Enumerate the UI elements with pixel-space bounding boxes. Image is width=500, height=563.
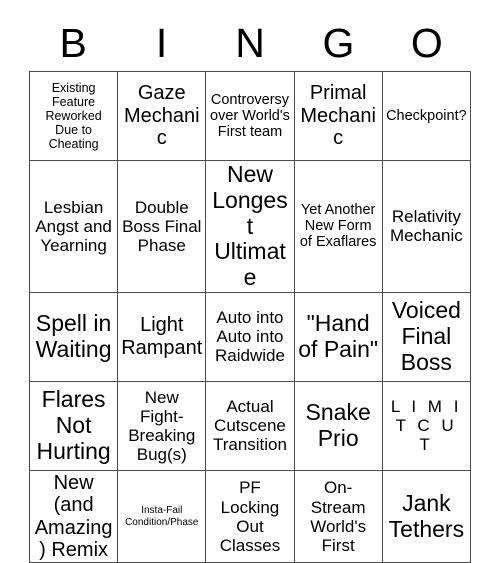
bingo-cell-label: Lesbian Angst and Yearning <box>35 197 112 255</box>
bingo-cell[interactable]: Jank Tethers <box>381 469 472 563</box>
bingo-cell[interactable]: L I M I T C U T <box>381 380 472 471</box>
bingo-cell[interactable]: Light Rampant <box>117 291 207 382</box>
bingo-cell[interactable]: Gaze Mechanic <box>117 71 207 161</box>
bingo-cell[interactable]: New Fight-Breaking Bug(s) <box>117 380 207 471</box>
bingo-cell-label: Spell in Waiting <box>35 310 112 362</box>
bingo-cell-label: Actual Cutscene Transition <box>212 397 287 455</box>
bingo-row: Existing Feature Reworked Due to Cheatin… <box>28 71 472 161</box>
bingo-cell[interactable]: On-Stream World's First <box>293 469 383 563</box>
bingo-cell[interactable]: Primal Mechanic <box>293 71 383 161</box>
bingo-cell-label: Snake Prio <box>305 399 371 451</box>
bingo-cell[interactable]: Auto into Auto into Raidwide <box>205 291 295 382</box>
bingo-cell-label: Double Boss Final Phase <box>122 197 202 255</box>
bingo-cell-label: L I M I T C U T <box>390 397 462 455</box>
bingo-cell[interactable]: Lesbian Angst and Yearning <box>28 160 119 293</box>
bingo-header: B I N G O <box>29 15 471 71</box>
bingo-cell[interactable]: Actual Cutscene Transition <box>205 380 295 471</box>
bingo-cell[interactable]: Snake Prio <box>293 380 383 471</box>
bingo-cell[interactable]: Double Boss Final Phase <box>117 160 207 293</box>
bingo-cell-label: New Longest Ultimate <box>212 161 288 290</box>
bingo-cell-label: Gaze Mechanic <box>123 82 200 150</box>
bingo-cell[interactable]: Existing Feature Reworked Due to Cheatin… <box>28 71 119 161</box>
bingo-cell-label: Voiced Final Boss <box>391 297 461 375</box>
header-letter-b: B <box>59 19 87 66</box>
bingo-cell-label: Checkpoint? <box>386 107 467 124</box>
bingo-cell[interactable]: Yet Another New Form of Exaflares <box>293 160 383 293</box>
bingo-cell[interactable]: New Longest Ultimate <box>205 160 295 293</box>
bingo-row: Spell in Waiting Light Rampant Auto into A… <box>28 291 472 382</box>
header-letter-n: N <box>235 19 265 66</box>
bingo-cell[interactable]: Insta-Fail Condition/Phase <box>117 469 207 563</box>
bingo-row: Lesbian Angst and Yearning Double Boss Fi… <box>28 160 472 293</box>
bingo-cell[interactable]: Flares Not Hurting <box>28 380 119 471</box>
bingo-cell[interactable]: Checkpoint? <box>381 71 472 161</box>
header-letter-i: I <box>155 19 168 66</box>
bingo-cell[interactable]: New (and Amazing) Remix <box>28 469 119 563</box>
bingo-cell-label: New (and Amazing) Remix <box>34 471 113 561</box>
bingo-cell[interactable]: PF Locking Out Classes <box>205 469 295 563</box>
bingo-cell-label: Insta-Fail Condition/Phase <box>125 505 199 528</box>
bingo-cell-label: Existing Feature Reworked Due to Cheatin… <box>45 81 102 151</box>
bingo-cell-label: Auto into Auto into Raidwide <box>215 308 285 366</box>
bingo-card: B I N G O Existing Feature Reworked Due … <box>28 15 472 563</box>
bingo-cell-label: New Fight-Breaking Bug(s) <box>128 387 196 464</box>
bingo-cell-label: On-Stream World's First <box>310 478 367 555</box>
bingo-cell-label: PF Locking Out Classes <box>219 478 281 555</box>
bingo-cell-label: Jank Tethers <box>388 489 465 542</box>
bingo-cell-label: "Hand of Pain" <box>298 310 379 362</box>
bingo-cell-label: Primal Mechanic <box>300 82 376 150</box>
bingo-grid: Existing Feature Reworked Due to Cheatin… <box>28 71 472 563</box>
bingo-row: New (and Amazing) Remix Insta-Fail Condit… <box>28 469 472 563</box>
bingo-cell[interactable]: Spell in Waiting <box>28 291 119 382</box>
bingo-cell-label: Controversy over World's First team <box>210 91 290 141</box>
bingo-cell-label: Flares Not Hurting <box>36 386 111 464</box>
bingo-cell-label: Relativity Mechanic <box>389 207 463 246</box>
bingo-cell[interactable]: "Hand of Pain" <box>293 291 383 382</box>
bingo-cell-label: Light Rampant <box>121 314 203 359</box>
bingo-cell-label: Yet Another New Form of Exaflares <box>299 202 377 251</box>
header-letter-o: O <box>410 19 443 66</box>
bingo-cell[interactable]: Voiced Final Boss <box>381 291 472 382</box>
header-letter-g: G <box>322 19 355 66</box>
bingo-row: Flares Not Hurting New Fight-Breaking Bug… <box>28 380 472 471</box>
bingo-cell[interactable]: Controversy over World's First team <box>205 71 295 161</box>
bingo-cell[interactable]: Relativity Mechanic <box>381 160 472 293</box>
